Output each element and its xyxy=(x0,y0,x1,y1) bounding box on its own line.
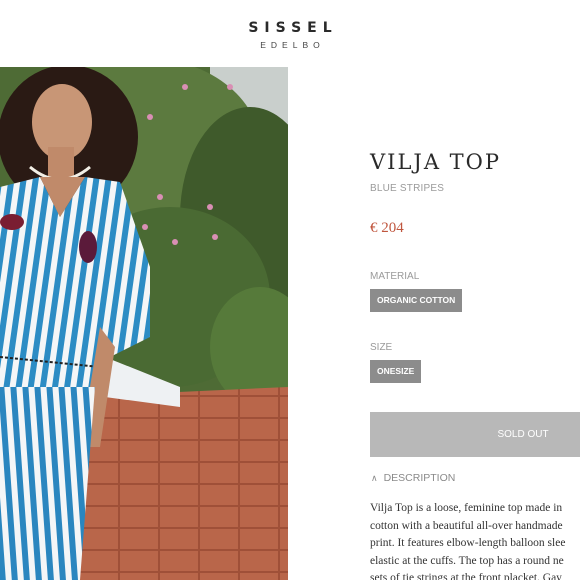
product-price: € 204 xyxy=(370,220,404,236)
description-toggle[interactable]: ∧ DESCRIPTION xyxy=(371,472,455,484)
description-line: cotton with a beautiful all-over handmad… xyxy=(370,519,563,532)
brand-logo[interactable]: SISSEL xyxy=(0,20,580,36)
product-image[interactable] xyxy=(0,67,288,580)
description-line: elastic at the cuffs. The top has a roun… xyxy=(370,554,564,567)
brand-sublogo[interactable]: EDELBO xyxy=(0,40,580,50)
material-label: MATERIAL xyxy=(370,271,420,282)
product-variant: BLUE STRIPES xyxy=(370,183,445,194)
description-line: Vilja Top is a loose, feminine top made … xyxy=(370,502,563,514)
site-header: SISSEL EDELBO xyxy=(0,0,580,67)
size-option[interactable]: ONESIZE xyxy=(370,360,422,383)
description-label: DESCRIPTION xyxy=(383,472,456,484)
size-label: SIZE xyxy=(370,342,393,353)
chevron-up-icon: ∧ xyxy=(371,473,378,483)
product-photo xyxy=(0,67,288,580)
description-line: print. It features elbow-length balloon … xyxy=(370,537,566,549)
material-option[interactable]: ORGANIC COTTON xyxy=(370,289,463,312)
product-title: VILJA TOP xyxy=(370,150,502,174)
sold-out-button[interactable]: SOLD OUT xyxy=(370,412,580,457)
description-line: sets of tie strings at the front placket… xyxy=(370,572,562,580)
description-text: Vilja Top is a loose, feminine top made … xyxy=(370,500,580,580)
